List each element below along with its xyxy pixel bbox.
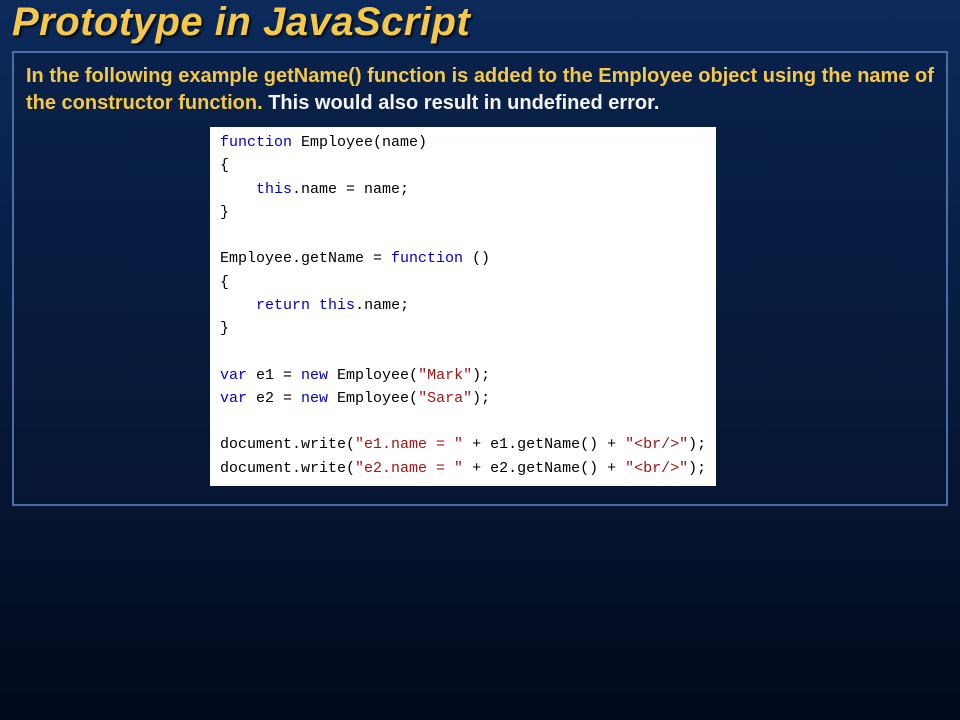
code-string: "<br/>" bbox=[625, 460, 688, 477]
code-kw: this bbox=[256, 181, 292, 198]
code-text: document.write( bbox=[220, 460, 355, 477]
code-text: e2 = bbox=[247, 390, 301, 407]
code-text: () bbox=[463, 250, 490, 267]
code-string: "Mark" bbox=[418, 367, 472, 384]
code-kw: var bbox=[220, 367, 247, 384]
code-kw: function bbox=[391, 250, 463, 267]
code-text: Employee( bbox=[328, 367, 418, 384]
code-text: Employee.getName = bbox=[220, 250, 391, 267]
code-string: "e2.name = " bbox=[355, 460, 463, 477]
code-string: "e1.name = " bbox=[355, 436, 463, 453]
code-kw: new bbox=[301, 390, 328, 407]
code-text: ); bbox=[472, 367, 490, 384]
code-text: ); bbox=[688, 460, 706, 477]
description: In the following example getName() funct… bbox=[26, 63, 934, 127]
code-kw: this bbox=[319, 297, 355, 314]
code-text bbox=[310, 297, 319, 314]
code-text: + e2.getName() + bbox=[463, 460, 625, 477]
code-text: .name; bbox=[355, 297, 409, 314]
description-rest: This would also result in undefined erro… bbox=[268, 92, 659, 114]
content-box: In the following example getName() funct… bbox=[12, 51, 948, 506]
code-text: { bbox=[220, 274, 229, 291]
code-kw: function bbox=[220, 134, 292, 151]
code-text: + e1.getName() + bbox=[463, 436, 625, 453]
code-kw: new bbox=[301, 367, 328, 384]
code-text: { bbox=[220, 157, 229, 174]
code-text: } bbox=[220, 320, 229, 337]
code-text: } bbox=[220, 204, 229, 221]
code-string: "Sara" bbox=[418, 390, 472, 407]
code-text: Employee( bbox=[328, 390, 418, 407]
code-text: ); bbox=[688, 436, 706, 453]
code-text: e1 = bbox=[247, 367, 301, 384]
code-text: document.write( bbox=[220, 436, 355, 453]
code-text: ); bbox=[472, 390, 490, 407]
code-kw: var bbox=[220, 390, 247, 407]
code-kw: return bbox=[256, 297, 310, 314]
slide-title: Prototype in JavaScript bbox=[0, 0, 960, 47]
code-string: "<br/>" bbox=[625, 436, 688, 453]
code-text: Employee(name) bbox=[292, 134, 427, 151]
code-snippet: function Employee(name) { this.name = na… bbox=[210, 127, 716, 486]
code-text bbox=[220, 297, 256, 314]
code-text bbox=[220, 181, 256, 198]
code-text: .name = name; bbox=[292, 181, 409, 198]
